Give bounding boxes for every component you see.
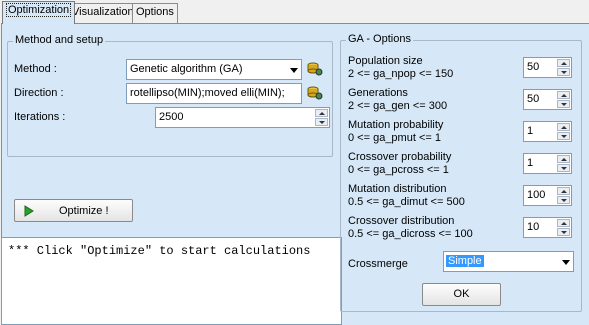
spin-down-icon[interactable] [557,68,570,76]
mutation-distribution-stepper[interactable]: 100 [523,185,572,206]
crossmerge-value: Simple [446,255,484,267]
crossmerge-select[interactable]: Simple [443,251,574,272]
param-mutation-distribution: Mutation distribution 0.5 <= ga_dimut <= … [348,183,465,208]
mutation-probability-stepper[interactable]: 1 [523,121,572,142]
tab-bar: Optimization Visualization Options [0,0,589,24]
direction-field[interactable]: rotellipso(MIN);moved elli(MIN); [126,83,302,104]
iterations-label: Iterations : [14,111,66,123]
param-crossover-distribution: Crossover distribution 0.5 <= ga_dicross … [348,215,473,240]
database-icon[interactable] [307,61,323,77]
param-crossover-probability: Crossover probability 0 <= ga_pcross <= 1 [348,151,452,176]
spin-down-icon[interactable] [557,196,570,204]
spin-up-icon[interactable] [557,59,570,67]
optimize-button[interactable]: Optimize ! [14,199,133,222]
spin-down-icon[interactable] [315,118,328,126]
ga-options-group: GA - Options Population size 2 <= ga_npop… [340,33,582,312]
param-mutation-probability: Mutation probability 0 <= ga_pmut <= 1 [348,119,444,144]
spin-up-icon[interactable] [557,219,570,227]
crossmerge-label: Crossmerge [348,258,408,270]
ok-button[interactable]: OK [422,283,501,306]
iterations-stepper[interactable]: 2500 [155,107,330,128]
database-icon[interactable] [307,85,323,101]
method-select[interactable]: Genetic algorithm (GA) [126,59,302,80]
chevron-down-icon[interactable] [562,260,570,265]
method-setup-group: Method and setup Method : Genetic algori… [7,34,333,157]
spin-up-icon[interactable] [315,109,328,117]
direction-label: Direction : [14,87,64,99]
tab-visualization[interactable]: Visualization [68,3,138,23]
chevron-down-icon[interactable] [290,68,298,73]
spin-up-icon[interactable] [557,123,570,131]
spin-up-icon[interactable] [557,187,570,195]
output-log[interactable]: *** Click "Optimize" to start calculatio… [1,237,342,325]
play-icon [24,205,34,217]
spin-up-icon[interactable] [557,91,570,99]
spin-down-icon[interactable] [557,132,570,140]
generations-stepper[interactable]: 50 [523,89,572,110]
crossover-probability-stepper[interactable]: 1 [523,153,572,174]
spin-down-icon[interactable] [557,228,570,236]
spin-down-icon[interactable] [557,164,570,172]
param-population-size: Population size 2 <= ga_npop <= 150 [348,55,454,80]
method-label: Method : [14,63,57,75]
optimize-label: Optimize ! [59,205,109,217]
ga-options-title: GA - Options [346,33,413,45]
population-size-stepper[interactable]: 50 [523,57,572,78]
iterations-spin-buttons [315,109,328,126]
tab-options[interactable]: Options [132,3,178,23]
output-text: *** Click "Optimize" to start calculatio… [8,244,311,258]
param-generations: Generations 2 <= ga_gen <= 300 [348,87,448,112]
tab-optimization[interactable]: Optimization [2,1,76,24]
spin-up-icon[interactable] [557,155,570,163]
iterations-value: 2500 [159,111,184,123]
spin-down-icon[interactable] [557,100,570,108]
method-value: Genetic algorithm (GA) [130,63,243,75]
direction-value: rotellipso(MIN);moved elli(MIN); [130,87,285,99]
crossover-distribution-stepper[interactable]: 10 [523,217,572,238]
method-setup-title: Method and setup [13,34,106,46]
